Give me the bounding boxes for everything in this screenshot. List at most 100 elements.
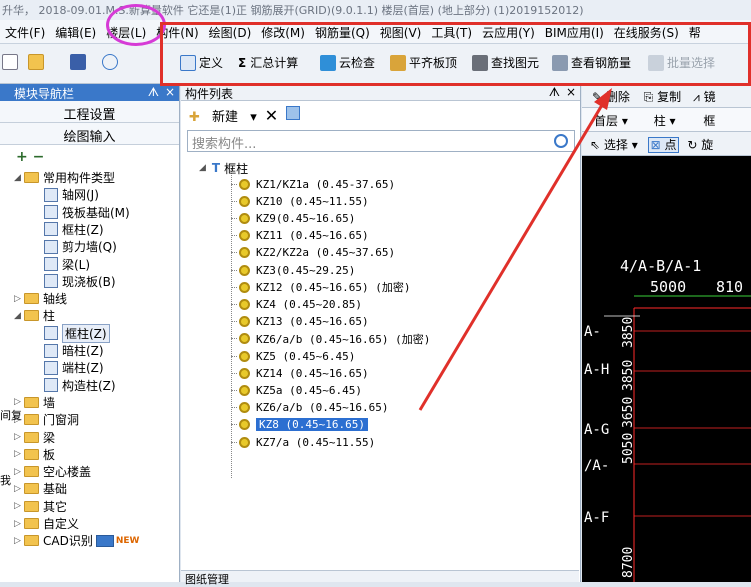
undo-button[interactable]: [102, 54, 121, 70]
nav-tree-item[interactable]: ▷ 轴线: [14, 290, 67, 307]
nav-tree-item[interactable]: 筏板基础(M): [44, 204, 130, 221]
drawing-management-tab[interactable]: 图纸管理: [181, 570, 579, 586]
nav-tree-item[interactable]: ▷ 其它: [14, 498, 67, 515]
component-type-icon: [44, 360, 58, 375]
nav-tree-item-label: 墙: [43, 395, 56, 410]
new-file-button[interactable]: [2, 54, 21, 70]
component-gear-icon: [239, 212, 250, 224]
component-item[interactable]: KZ13 (0.45~16.65): [231, 314, 369, 330]
component-item[interactable]: KZ11 (0.45~16.65): [231, 228, 369, 244]
pin-icon[interactable]: ᗑ: [549, 85, 560, 100]
expand-arrow-icon[interactable]: ▷: [14, 536, 24, 546]
close-icon[interactable]: ×: [566, 85, 576, 99]
type-select[interactable]: 框: [703, 114, 715, 128]
component-item[interactable]: KZ5 (0.45~6.45): [231, 348, 355, 364]
collapse-arrow-icon[interactable]: ◢: [14, 173, 24, 183]
nav-tree-item[interactable]: ◢ 常用构件类型: [14, 169, 115, 186]
component-search-input[interactable]: 搜索构件...: [187, 130, 575, 152]
nav-tree-item[interactable]: ▷ 自定义: [14, 515, 79, 532]
expand-arrow-icon[interactable]: ▷: [14, 519, 24, 529]
component-root[interactable]: ◢ T 框柱: [199, 160, 248, 176]
nav-tree-item[interactable]: ▷ 空心楼盖: [14, 463, 91, 480]
component-item[interactable]: KZ8 (0.45~16.65): [231, 417, 368, 433]
nav-tree-item[interactable]: 端柱(Z): [44, 359, 104, 376]
nav-tree-item[interactable]: 轴网(J): [44, 186, 99, 203]
component-item[interactable]: KZ9(0.45~16.65): [231, 210, 355, 226]
save-button[interactable]: [70, 54, 89, 70]
point-label: 点: [664, 138, 677, 152]
drawing-input-button[interactable]: 绘图输入: [0, 123, 179, 145]
nav-tree-item[interactable]: ▷ 基础: [14, 480, 67, 497]
nav-tree-item-label: 端柱(Z): [62, 361, 104, 376]
nav-tree-item[interactable]: 构造柱(Z): [44, 377, 116, 394]
collapse-arrow-icon[interactable]: ◢: [14, 311, 24, 321]
mirror-button[interactable]: ⩘ 镜: [693, 90, 716, 104]
component-item[interactable]: KZ6/a/b (0.45~16.65): [231, 400, 388, 416]
nav-tree-item[interactable]: 现浇板(B): [44, 273, 116, 290]
cad-canvas[interactable]: 4/A-B/A-1 5000 810 A- A-H A-G /A- A-F 38…: [582, 156, 751, 582]
expand-arrow-icon[interactable]: ▷: [14, 501, 24, 511]
search-placeholder: 搜索构件...: [192, 137, 257, 152]
nav-tree-item[interactable]: 梁(L): [44, 256, 90, 273]
component-item[interactable]: KZ12 (0.45~16.65) (加密): [231, 279, 410, 295]
nav-tree-item[interactable]: 剪力墙(Q): [44, 238, 117, 255]
component-gear-icon: [239, 419, 250, 431]
search-icon[interactable]: [554, 134, 568, 148]
nav-tree-item-label: 梁: [43, 430, 56, 445]
component-type-icon: [44, 378, 58, 393]
new-component-button[interactable]: ✚ 新建 ▾: [189, 106, 257, 125]
component-item[interactable]: KZ7/a (0.45~11.55): [231, 434, 375, 450]
rotate-button[interactable]: ↻ 旋: [687, 138, 713, 152]
nav-tree-item[interactable]: 框柱(Z): [44, 221, 104, 238]
tree-connector: [231, 303, 237, 305]
nav-tree-item-label: 门窗洞: [43, 413, 80, 428]
component-item[interactable]: KZ1/KZ1a (0.45-37.65): [231, 176, 395, 192]
expand-all-icon[interactable]: +: [16, 149, 28, 165]
nav-tree-item[interactable]: 暗柱(Z): [44, 342, 104, 359]
expand-arrow-icon[interactable]: ▷: [14, 484, 24, 494]
project-settings-button[interactable]: 工程设置: [0, 101, 179, 123]
expand-arrow-icon[interactable]: ▷: [14, 432, 24, 442]
component-item[interactable]: KZ4 (0.45~20.85): [231, 296, 362, 312]
menu-file[interactable]: 文件(F): [0, 20, 50, 43]
collapse-all-icon[interactable]: −: [33, 149, 45, 165]
nav-tree-item[interactable]: 框柱(Z): [44, 323, 110, 343]
nav-tree-item[interactable]: ◢ 柱: [14, 307, 55, 324]
nav-tree-item[interactable]: ▷ 梁: [14, 429, 55, 446]
component-item[interactable]: KZ14 (0.45~16.65): [231, 365, 369, 381]
select-button[interactable]: ⇖ 选择 ▾: [590, 138, 638, 152]
component-gear-icon: [239, 316, 250, 328]
menu-edit[interactable]: 编辑(E): [50, 20, 101, 43]
cad-vdim-5: 8700: [621, 547, 636, 578]
floor-select[interactable]: 首层 ▾: [594, 114, 628, 128]
delete-button[interactable]: ✎ 删除: [592, 90, 630, 104]
expand-arrow-icon[interactable]: ▷: [14, 397, 24, 407]
tree-expand-collapse[interactable]: + −: [0, 145, 179, 169]
component-item[interactable]: KZ3(0.45~29.25): [231, 262, 355, 278]
component-item[interactable]: KZ6/a/b (0.45~16.65) (加密): [231, 331, 430, 347]
nav-tree-item[interactable]: ▷ 板: [14, 446, 55, 463]
expand-arrow-icon[interactable]: ▷: [14, 467, 24, 477]
drawing-area: ✎ 删除 ⎘ 复制 ⩘ 镜 首层 ▾ 柱 ▾ 框 ⇖ 选择 ▾ ⊠ 点 ↻ 旋 …: [582, 84, 751, 582]
expand-arrow-icon[interactable]: ▷: [14, 449, 24, 459]
category-select[interactable]: 柱 ▾: [654, 114, 676, 128]
collapse-arrow-icon[interactable]: ◢: [199, 163, 206, 173]
point-button[interactable]: ⊠ 点: [647, 137, 680, 153]
delete-component-button[interactable]: ✕: [265, 106, 278, 125]
copy-button[interactable]: ⎘ 复制: [644, 90, 681, 104]
nav-tree-item[interactable]: ▷ 门窗洞: [14, 411, 79, 428]
close-icon[interactable]: ×: [165, 85, 175, 99]
open-button[interactable]: [28, 54, 47, 70]
component-item[interactable]: KZ2/KZ2a (0.45~37.65): [231, 245, 395, 261]
copy-component-button[interactable]: [286, 106, 308, 124]
nav-tree-item-label: 常用构件类型: [43, 171, 116, 185]
folder-icon: [24, 483, 39, 495]
component-item[interactable]: KZ10 (0.45~11.55): [231, 193, 369, 209]
pin-icon[interactable]: ᗑ: [148, 85, 159, 100]
nav-tree-item-label: 框柱(Z): [62, 323, 110, 343]
component-item[interactable]: KZ5a (0.45~6.45): [231, 382, 362, 398]
nav-tree-item[interactable]: ▷ CAD识别 NEW: [14, 532, 139, 549]
folder-icon: [24, 310, 39, 322]
expand-arrow-icon[interactable]: ▷: [14, 294, 24, 304]
cad-vdim-4: 5050: [621, 433, 636, 464]
